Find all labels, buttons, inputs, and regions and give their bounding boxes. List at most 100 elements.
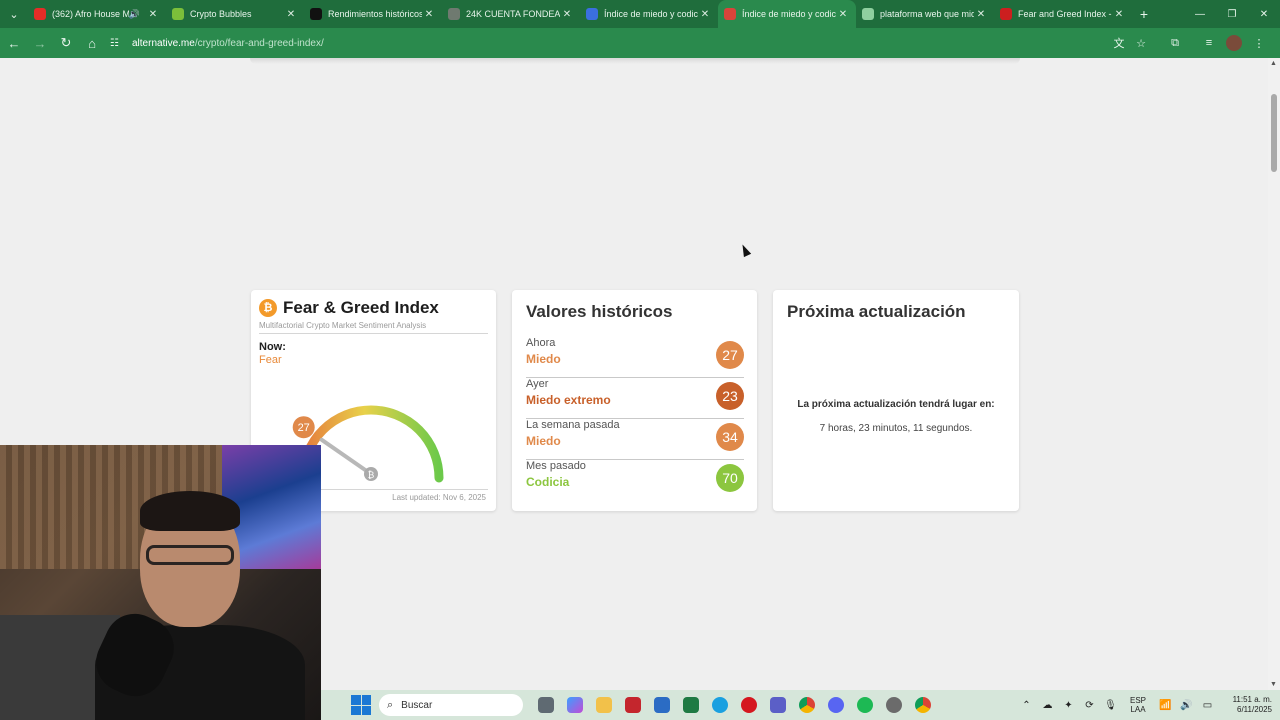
copilot-icon[interactable] [560, 690, 589, 720]
tab-search-icon[interactable]: ⌄ [0, 0, 28, 28]
clock-time: 11:51 a. m. [1232, 695, 1272, 704]
back-icon[interactable]: ← [2, 31, 26, 55]
tab-title: Índice de miedo y codicia [604, 9, 698, 19]
tab-title: Fear and Greed Index - In [1018, 9, 1112, 19]
next-update-card: Próxima actualización La próxima actuali… [773, 290, 1019, 511]
scrollbar-thumb[interactable] [1271, 94, 1277, 172]
teams-icon[interactable] [763, 690, 792, 720]
windows-start-icon[interactable] [351, 695, 371, 715]
tab-close-icon[interactable]: ✕ [146, 9, 160, 20]
menu-kebab-icon[interactable]: ⋮ [1248, 37, 1270, 50]
webcam-person-glasses [146, 545, 234, 565]
new-tab-button[interactable]: + [1132, 0, 1156, 28]
last-updated: Last updated: Nov 6, 2025 [392, 493, 486, 502]
onedrive-icon[interactable]: ☁ [1037, 700, 1058, 711]
home-icon[interactable]: ⌂ [80, 31, 104, 55]
profile-avatar[interactable] [1226, 35, 1242, 51]
tab-close-icon[interactable]: ✕ [1112, 9, 1126, 20]
browser-tab[interactable]: (362) Afro House Mix 🔊 ✕ [28, 0, 166, 28]
scroll-down-icon[interactable]: ▼ [1270, 681, 1277, 688]
browser-tab[interactable]: Índice de miedo y codicia ✕ [580, 0, 718, 28]
excel-icon[interactable] [676, 690, 705, 720]
browser-tab[interactable]: plataforma web que mide ✕ [856, 0, 994, 28]
historical-period: Mes pasado [526, 460, 586, 472]
lang-bottom: LAA [1130, 705, 1146, 714]
browser-tab[interactable]: Índice de miedo y codicia ✕ [718, 0, 856, 28]
toolbar-icons: 文 ☆ ⧉ ≡ ⋮ [1108, 31, 1270, 55]
site-info-icon[interactable]: ☷ [110, 38, 124, 49]
tab-title: Rendimientos históricos d [328, 9, 422, 19]
minimize-icon[interactable]: — [1184, 0, 1216, 28]
browser-tab[interactable]: Crypto Bubbles ✕ [166, 0, 304, 28]
task-view-icon[interactable] [531, 690, 560, 720]
tab-close-icon[interactable]: ✕ [836, 9, 850, 20]
volume-icon[interactable]: 🔊 [1176, 700, 1197, 711]
language-indicator[interactable]: ESP LAA [1121, 696, 1155, 714]
chrome-profile-icon[interactable] [908, 690, 937, 720]
gauge-hub-bitcoin-icon: ₿ [368, 470, 375, 481]
tab-favicon-icon [724, 8, 736, 20]
tab-close-icon[interactable]: ✕ [284, 9, 298, 20]
historical-status: Miedo [526, 434, 561, 448]
url-path: /crypto/fear-and-greed-index/ [194, 37, 324, 49]
tab-favicon-icon [586, 8, 598, 20]
wifi-icon[interactable]: 📶 [1155, 700, 1176, 711]
chrome-icon[interactable] [792, 690, 821, 720]
taskbar-apps [531, 690, 937, 720]
tab-audio-icon[interactable]: 🔊 [129, 9, 140, 20]
tray-app-icon[interactable]: ✦ [1058, 700, 1079, 711]
next-update-title: Próxima actualización [787, 302, 966, 321]
tab-favicon-icon [34, 8, 46, 20]
taskbar-search[interactable]: ⌕ Buscar [379, 694, 523, 716]
historical-row: Ahora Miedo 27 [526, 337, 744, 378]
extensions-icon[interactable]: ⧉ [1164, 37, 1186, 50]
gauge-score-text: 27 [298, 422, 310, 434]
red-app-icon[interactable] [618, 690, 647, 720]
address-bar[interactable]: ☷ alternative.me/crypto/fear-and-greed-i… [104, 31, 1164, 55]
search-icon: ⌕ [387, 698, 394, 711]
webcam-overlay [0, 445, 321, 720]
restore-icon[interactable]: ❐ [1216, 0, 1248, 28]
reload-icon[interactable]: ↻ [54, 31, 78, 55]
browser-tab[interactable]: Rendimientos históricos d ✕ [304, 0, 442, 28]
tab-favicon-icon [172, 8, 184, 20]
tab-close-icon[interactable]: ✕ [422, 9, 436, 20]
translate-icon[interactable]: 文 [1108, 35, 1130, 51]
now-value: Fear [259, 354, 282, 366]
historical-row: Mes pasado Codicia 70 [526, 460, 744, 501]
taskbar-clock[interactable]: 11:51 a. m. 6/11/2025 [1218, 695, 1280, 715]
forward-icon[interactable]: → [28, 31, 52, 55]
fear-greed-header: ₿ Fear & Greed Index [259, 298, 439, 318]
blue-app-icon[interactable] [647, 690, 676, 720]
browser-tab[interactable]: 24K CUENTA FONDEADA✕ [442, 0, 580, 28]
window-controls: — ❐ ✕ [1184, 0, 1280, 28]
tab-close-icon[interactable]: ✕ [974, 9, 988, 20]
fear-greed-subtitle: Multifactorial Crypto Market Sentiment A… [259, 321, 427, 330]
next-update-countdown: 7 horas, 23 minutos, 11 segundos. [819, 423, 973, 434]
bookmark-star-icon[interactable]: ☆ [1130, 37, 1152, 50]
historical-values-card: Valores históricos Ahora Miedo 27 Ayer Miedo… [512, 290, 757, 511]
tab-title: 24K CUENTA FONDEADA [466, 9, 560, 19]
sync-icon[interactable]: ⟳ [1079, 700, 1100, 711]
settings-gear-icon[interactable] [879, 690, 908, 720]
historical-row: Ayer Miedo extremo 23 [526, 378, 744, 419]
tray-chevron-up-icon[interactable]: ⌃ [1016, 700, 1037, 711]
scroll-up-icon[interactable]: ▲ [1270, 60, 1277, 67]
page-scrollbar[interactable]: ▲ ▼ [1268, 58, 1280, 690]
close-window-icon[interactable]: ✕ [1248, 0, 1280, 28]
file-explorer-icon[interactable] [589, 690, 618, 720]
skype-icon[interactable] [705, 690, 734, 720]
microphone-icon[interactable]: 🎙 [1100, 700, 1121, 711]
opera-icon[interactable] [734, 690, 763, 720]
battery-icon[interactable]: ▭ [1197, 700, 1218, 711]
taskbar: ⌕ Buscar ⌃ ☁ ✦ ⟳ 🎙 ESP LAA 📶 🔊 ▭ 11:51 a.… [321, 690, 1280, 720]
historical-period: Ayer [526, 378, 549, 390]
tab-strip: ⌄ (362) Afro House Mix 🔊 ✕ Crypto Bubbles ✕ R… [0, 0, 1280, 28]
tab-close-icon[interactable]: ✕ [698, 9, 712, 20]
tab-favicon-icon [448, 8, 460, 20]
tab-close-icon[interactable]: ✕ [560, 9, 574, 20]
discord-icon[interactable] [821, 690, 850, 720]
browser-tab[interactable]: Fear and Greed Index - In ✕ [994, 0, 1132, 28]
spotify-icon[interactable] [850, 690, 879, 720]
media-control-icon[interactable]: ≡ [1198, 37, 1220, 49]
